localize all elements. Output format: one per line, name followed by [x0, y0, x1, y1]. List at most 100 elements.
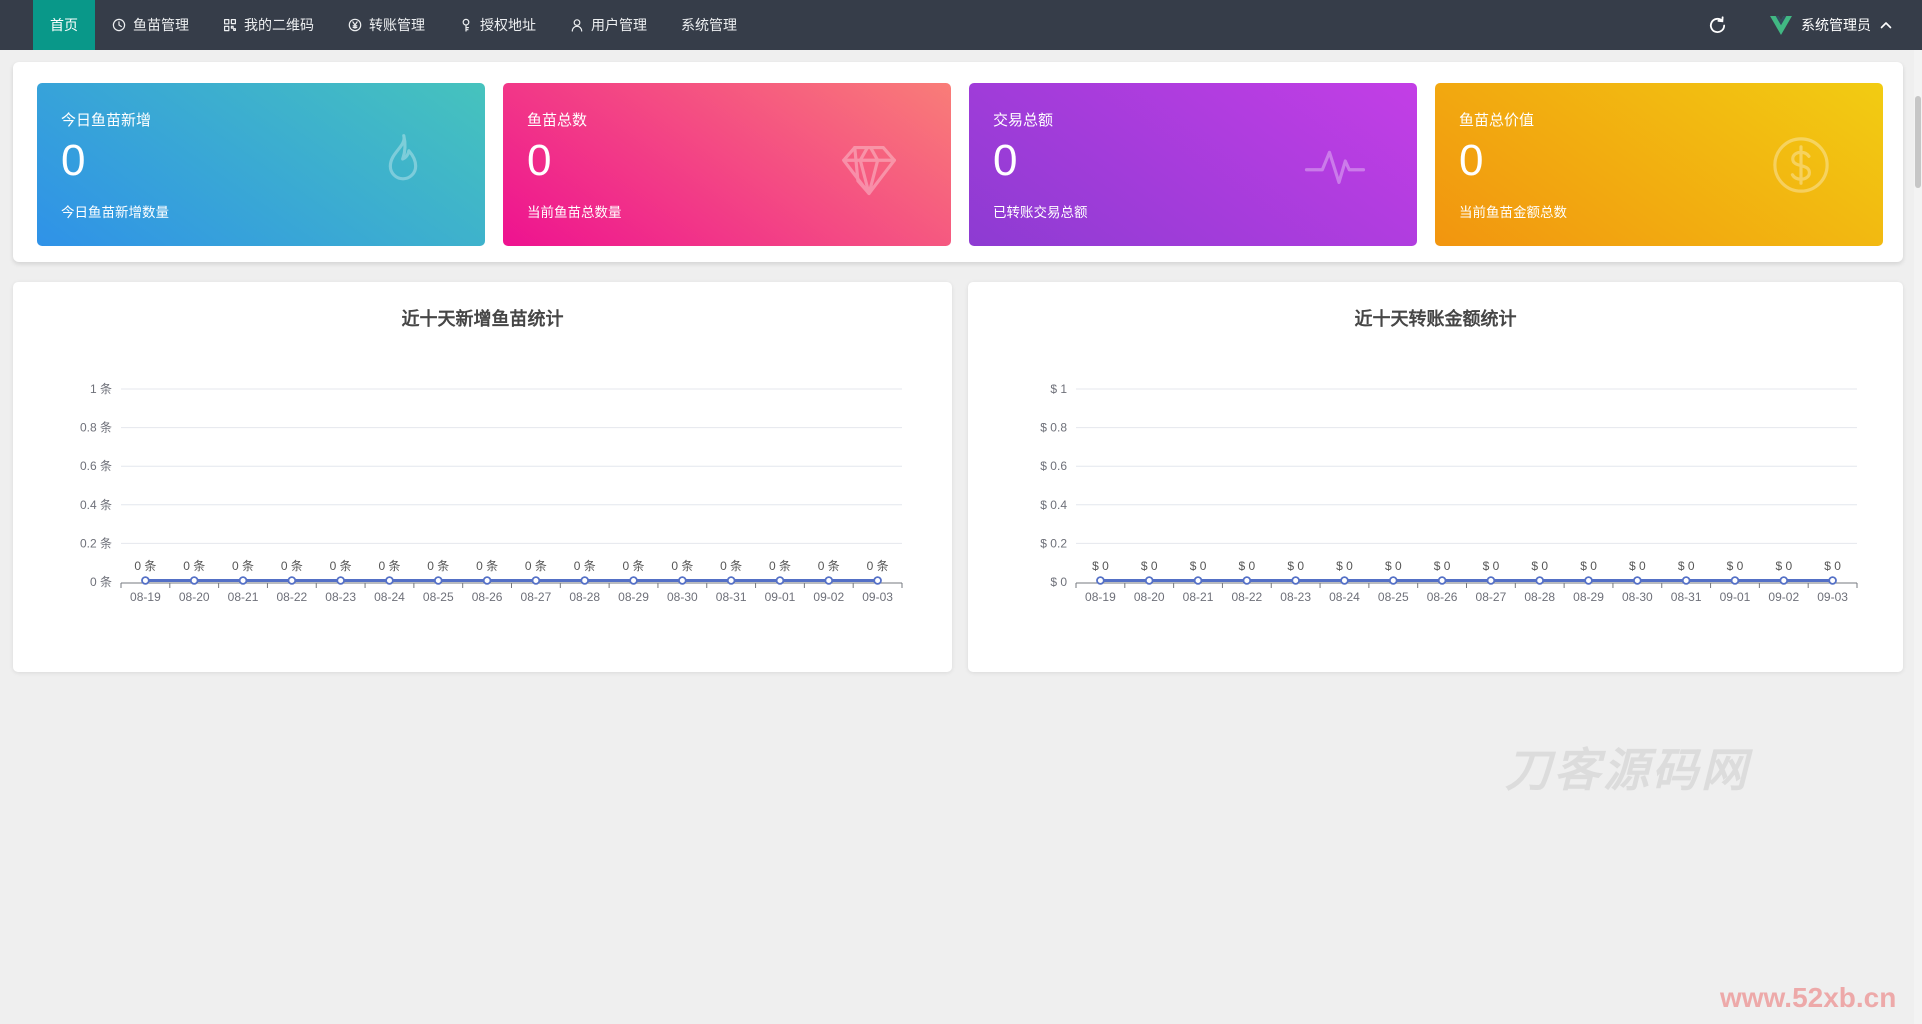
svg-text:0 条: 0 条 [90, 575, 112, 589]
stat-card-fry-value: 鱼苗总价值 0 当前鱼苗金额总数 [1435, 83, 1883, 246]
svg-text:08-28: 08-28 [569, 590, 600, 604]
stat-card-today-new: 今日鱼苗新增 0 今日鱼苗新增数量 [37, 83, 485, 246]
nav-item-my-qrcode[interactable]: 我的二维码 [206, 0, 331, 50]
svg-text:$ 0.4: $ 0.4 [1040, 498, 1067, 512]
svg-text:08-20: 08-20 [1134, 590, 1165, 604]
svg-text:09-01: 09-01 [765, 590, 796, 604]
stat-card-subtitle: 已转账交易总额 [993, 205, 1088, 220]
svg-text:0.4 条: 0.4 条 [80, 498, 112, 512]
scrollbar-thumb[interactable] [1915, 96, 1921, 188]
svg-text:08-22: 08-22 [1231, 590, 1262, 604]
stat-cards: 今日鱼苗新增 0 今日鱼苗新增数量 鱼苗总数 0 当前鱼苗总数量 交易总额 0 已转账交易总额鱼… [37, 83, 1883, 246]
svg-text:$ 0: $ 0 [1141, 559, 1158, 573]
nav-item-label: 授权地址 [480, 17, 536, 33]
gem-icon [831, 127, 907, 203]
dashboard-page: 首页 鱼苗管理 我的二维码 转账管理 授权地址 用户管理 系统管理 系统管理员 [0, 0, 1922, 1024]
svg-text:09-03: 09-03 [1817, 590, 1848, 604]
svg-text:0 条: 0 条 [525, 559, 547, 573]
navbar-right: 系统管理员 [1708, 0, 1922, 50]
svg-text:08-27: 08-27 [1476, 590, 1507, 604]
corner-watermark: www.52xb.cn [1720, 982, 1897, 1013]
nav-item-fry-manage[interactable]: 鱼苗管理 [95, 0, 206, 50]
nav-item-auth-address[interactable]: 授权地址 [442, 0, 553, 50]
svg-text:08-31: 08-31 [716, 590, 747, 604]
svg-text:08-28: 08-28 [1524, 590, 1555, 604]
svg-text:0 条: 0 条 [769, 559, 791, 573]
nav-item-label: 系统管理 [681, 17, 737, 33]
svg-text:08-26: 08-26 [1427, 590, 1458, 604]
svg-text:08-19: 08-19 [130, 590, 161, 604]
stat-card-subtitle: 当前鱼苗金额总数 [1459, 205, 1567, 220]
fry-chart-canvas[interactable]: 1 条 0.8 条 0.6 条 0.4 条 0.2 条 0 条 0 条 08-19 0 条 08-… [13, 282, 952, 672]
vertical-scrollbar [1914, 50, 1922, 1024]
svg-text:09-02: 09-02 [1768, 590, 1799, 604]
refresh-icon [1709, 15, 1726, 33]
svg-text:09-01: 09-01 [1720, 590, 1751, 604]
svg-text:08-19: 08-19 [1085, 590, 1116, 604]
svg-text:08-20: 08-20 [179, 590, 210, 604]
svg-text:$ 0: $ 0 [1239, 559, 1256, 573]
svg-text:08-31: 08-31 [1671, 590, 1702, 604]
transfer-chart-card: 近十天转账金额统计 $ 1 $ 0.8 $ 0.6 $ 0.4 $ 0.2 $ 0 $ 00… [968, 282, 1903, 672]
svg-text:08-24: 08-24 [1329, 590, 1360, 604]
svg-text:08-30: 08-30 [667, 590, 698, 604]
svg-text:$ 0: $ 0 [1336, 559, 1353, 573]
svg-text:08-23: 08-23 [325, 590, 356, 604]
svg-text:09-02: 09-02 [813, 590, 844, 604]
svg-text:0 条: 0 条 [281, 559, 303, 573]
user-menu[interactable]: 系统管理员 [1770, 15, 1892, 35]
stat-card-transaction-total: 交易总额 0 已转账交易总额 [969, 83, 1417, 246]
nav-item-label: 鱼苗管理 [133, 17, 189, 33]
svg-text:1 条: 1 条 [90, 382, 112, 396]
pulse-icon [1297, 127, 1373, 203]
nav-menu: 首页 鱼苗管理 我的二维码 转账管理 授权地址 用户管理 系统管理 [33, 0, 754, 50]
svg-text:$ 0: $ 0 [1483, 559, 1500, 573]
svg-text:0 条: 0 条 [671, 559, 693, 573]
svg-text:0 条: 0 条 [183, 559, 205, 573]
svg-text:08-21: 08-21 [228, 590, 259, 604]
svg-text:0 条: 0 条 [134, 559, 156, 573]
svg-text:0 条: 0 条 [574, 559, 596, 573]
svg-text:0 条: 0 条 [232, 559, 254, 573]
svg-text:0 条: 0 条 [330, 559, 352, 573]
svg-text:0.8 条: 0.8 条 [80, 421, 112, 435]
svg-text:$ 0.8: $ 0.8 [1040, 421, 1067, 435]
top-navbar: 首页 鱼苗管理 我的二维码 转账管理 授权地址 用户管理 系统管理 系统管理员 [0, 0, 1922, 50]
svg-text:08-25: 08-25 [423, 590, 454, 604]
svg-text:08-23: 08-23 [1280, 590, 1311, 604]
svg-text:08-29: 08-29 [618, 590, 649, 604]
svg-text:$ 1: $ 1 [1050, 382, 1067, 396]
svg-text:$ 0: $ 0 [1190, 559, 1207, 573]
nav-item-label: 首页 [50, 17, 78, 33]
key-icon [462, 18, 470, 32]
nav-item-label: 转账管理 [369, 17, 425, 33]
svg-text:08-27: 08-27 [521, 590, 552, 604]
stat-card-subtitle: 当前鱼苗总数量 [527, 205, 622, 220]
svg-text:$ 0: $ 0 [1385, 559, 1402, 573]
svg-text:0.6 条: 0.6 条 [80, 459, 112, 473]
stat-card-fry-total: 鱼苗总数 0 当前鱼苗总数量 [503, 83, 951, 246]
nav-item-home[interactable]: 首页 [33, 0, 95, 50]
nav-item-user-manage[interactable]: 用户管理 [553, 0, 664, 50]
flame-icon [365, 127, 441, 203]
svg-text:$ 0: $ 0 [1531, 559, 1548, 573]
nav-item-label: 用户管理 [591, 17, 647, 33]
svg-text:$ 0: $ 0 [1287, 559, 1304, 573]
stat-panel: 今日鱼苗新增 0 今日鱼苗新增数量 鱼苗总数 0 当前鱼苗总数量 交易总额 0 已转账交易总额鱼… [13, 62, 1903, 262]
svg-text:08-21: 08-21 [1183, 590, 1214, 604]
nav-item-transfer-manage[interactable]: 转账管理 [331, 0, 442, 50]
svg-text:$ 0: $ 0 [1092, 559, 1109, 573]
site-watermark: 刀客源码网 [1505, 744, 1750, 796]
svg-text:08-29: 08-29 [1573, 590, 1604, 604]
transfer-chart-canvas[interactable]: $ 1 $ 0.8 $ 0.6 $ 0.4 $ 0.2 $ 0 $ 0 08-19 $ 0 08-… [968, 282, 1903, 672]
svg-text:08-22: 08-22 [276, 590, 307, 604]
nav-item-system-manage[interactable]: 系统管理 [664, 0, 754, 50]
refresh-button[interactable] [1708, 15, 1728, 35]
svg-text:0 条: 0 条 [867, 559, 889, 573]
svg-text:0 条: 0 条 [378, 559, 400, 573]
svg-text:$ 0: $ 0 [1678, 559, 1695, 573]
svg-text:$ 0: $ 0 [1580, 559, 1597, 573]
svg-text:0 条: 0 条 [720, 559, 742, 573]
svg-text:08-24: 08-24 [374, 590, 405, 604]
svg-text:$ 0: $ 0 [1775, 559, 1792, 573]
